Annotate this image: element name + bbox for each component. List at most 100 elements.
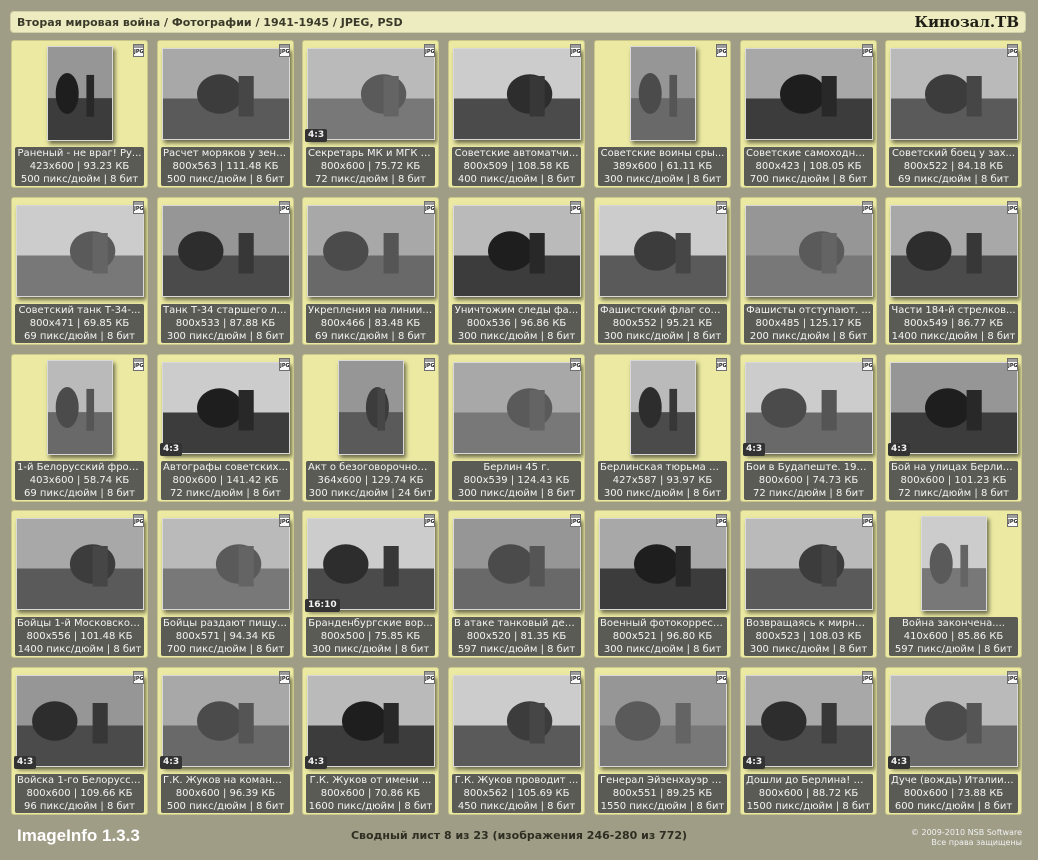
thumbnail-cell[interactable]: JPG Генерал Эйзенхауэр п... 800x551 | 89.2…: [594, 667, 731, 815]
thumbnail-cell[interactable]: JPG Советские воины сры... 389x600 | 61.11…: [594, 40, 731, 188]
photo-thumbnail[interactable]: [16, 675, 144, 767]
image-title: Фашисты отступают. ...: [746, 305, 871, 316]
thumbnail-cell[interactable]: JPG Фашистский флаг сор... 800x552 | 95.21…: [594, 197, 731, 345]
thumbnail-info: Танк Т-34 старшего ле... 800x533 | 87.88 …: [161, 304, 290, 343]
photo-thumbnail[interactable]: [599, 675, 727, 767]
thumbnail-cell[interactable]: JPG 4:3 Секретарь МК и МГК В... 800x600 | 7…: [302, 40, 439, 188]
photo-thumbnail[interactable]: [745, 362, 873, 454]
thumbnail-cell[interactable]: JPG Советские самоходны... 800x423 | 108.0…: [740, 40, 877, 188]
thumbnail-info: Секретарь МК и МГК В... 800x600 | 75.72 К…: [306, 147, 435, 186]
photo-thumbnail[interactable]: [745, 518, 873, 610]
photo-thumbnail[interactable]: [453, 48, 581, 140]
thumbnail-info: Бои в Будапеште. 194... 800x600 | 74.73 К…: [744, 461, 873, 500]
photo-thumbnail[interactable]: [921, 516, 987, 611]
thumbnail-cell[interactable]: JPG Танк Т-34 старшего ле... 800x533 | 87.…: [157, 197, 294, 345]
thumbnail-info: Генерал Эйзенхауэр п... 800x551 | 89.25 К…: [598, 774, 727, 813]
image-title: Советский боец у зах...: [891, 148, 1016, 159]
thumbnail-cell[interactable]: JPG 4:3 Бои в Будапеште. 194... 800x600 | 7…: [740, 354, 877, 502]
photo-thumbnail[interactable]: [47, 360, 113, 455]
thumbnail-cell[interactable]: JPG 4:3 Войска 1-го Белорусск... 800x600 | …: [11, 667, 148, 815]
photo-thumbnail[interactable]: [47, 46, 113, 141]
thumbnail-cell[interactable]: JPG Берлин 45 г. 800x539 | 124.43 КБ 300 пи…: [448, 354, 585, 502]
image-dimensions: 800x485 | 125.17 КБ: [755, 318, 862, 329]
image-resolution: 96 пикс/дюйм | 8 бит: [24, 801, 135, 812]
image-title: Советский танк Т-34-...: [18, 305, 141, 316]
image-title: Автографы советских...: [163, 462, 289, 473]
thumbnail-cell[interactable]: JPG 4:3 Дуче (вождь) Италии ... 800x600 | 7…: [885, 667, 1022, 815]
photo-thumbnail[interactable]: [599, 518, 727, 610]
thumbnail-cell[interactable]: JPG 4:3 Дошли до Берлина! М... 800x600 | 88…: [740, 667, 877, 815]
image-resolution: 69 пикс/дюйм | 8 бит: [24, 488, 135, 499]
thumbnail-cell[interactable]: JPG Советские автоматчи... 800x509 | 108.5…: [448, 40, 585, 188]
thumbnail-cell[interactable]: JPG 4:3 Г.К. Жуков на команд... 800x600 | 9…: [157, 667, 294, 815]
thumbnail-info: Бойцы 1-й Московской... 800x556 | 101.48 …: [15, 617, 144, 656]
photo-thumbnail[interactable]: [630, 360, 696, 455]
photo-thumbnail[interactable]: [599, 205, 727, 297]
thumbnail-cell[interactable]: JPG Бойцы раздают пищу ... 800x571 | 94.34…: [157, 510, 294, 658]
image-resolution: 300 пикс/дюйм | 24 бит: [308, 488, 433, 499]
thumbnail-cell[interactable]: JPG Уничтожим следы фа... 800x536 | 96.86 …: [448, 197, 585, 345]
thumbnail-cell[interactable]: JPG Бойцы 1-й Московской... 800x556 | 101.…: [11, 510, 148, 658]
photo-thumbnail[interactable]: [745, 48, 873, 140]
photo-thumbnail[interactable]: [745, 675, 873, 767]
photo-thumbnail[interactable]: [453, 675, 581, 767]
thumbnail-cell[interactable]: JPG Фашисты отступают. ... 800x485 | 125.1…: [740, 197, 877, 345]
thumbnail-cell[interactable]: JPG Советский танк Т-34-... 800x471 | 69.8…: [11, 197, 148, 345]
thumbnail-cell[interactable]: JPG Война закончена.... 410x600 | 85.86 КБ…: [885, 510, 1022, 658]
thumbnail-cell[interactable]: JPG 4:3 Автографы советских... 800x600 | 14…: [157, 354, 294, 502]
photo-thumbnail[interactable]: [307, 48, 435, 140]
photo-thumbnail[interactable]: [890, 675, 1018, 767]
thumbnail-cell[interactable]: JPG Военный фотокорресп... 800x521 | 96.80…: [594, 510, 731, 658]
jpg-file-icon: JPG: [862, 671, 873, 684]
thumbnail-cell[interactable]: JPG 4:3 Бой на улицах Берлин... 800x600 | 1…: [885, 354, 1022, 502]
thumbnail-cell[interactable]: JPG Раненый - не враг! Ру... 423x600 | 93.…: [11, 40, 148, 188]
thumbnail-cell[interactable]: JPG Советский боец у зах... 800x522 | 84.1…: [885, 40, 1022, 188]
thumbnail-cell[interactable]: JPG Акт о безоговорочной... 364x600 | 129.…: [302, 354, 439, 502]
photo-thumbnail[interactable]: [890, 362, 1018, 454]
thumbnail-cell[interactable]: JPG Укрепления на линии ... 800x466 | 83.4…: [302, 197, 439, 345]
photo-thumbnail[interactable]: [162, 362, 290, 454]
photo-thumbnail[interactable]: [162, 518, 290, 610]
thumbnail-cell[interactable]: JPG Части 184-й стрелков... 800x549 | 86.7…: [885, 197, 1022, 345]
image-resolution: 300 пикс/дюйм | 8 бит: [749, 644, 868, 655]
photo-thumbnail[interactable]: [745, 205, 873, 297]
thumbnail-cell[interactable]: JPG Расчет моряков у зени... 800x563 | 111…: [157, 40, 294, 188]
photo-thumbnail[interactable]: [453, 362, 581, 454]
photo-thumbnail[interactable]: [307, 675, 435, 767]
thumbnail-info: Советские автоматчи... 800x509 | 108.58 К…: [452, 147, 581, 186]
photo-thumbnail[interactable]: [890, 48, 1018, 140]
image-resolution: 500 пикс/дюйм | 8 бит: [166, 801, 285, 812]
thumbnail-cell[interactable]: JPG В атаке танковый дес... 800x520 | 81.3…: [448, 510, 585, 658]
photo-thumbnail[interactable]: [307, 518, 435, 610]
thumbnail-cell[interactable]: JPG Возвращаясь к мирной... 800x523 | 108.…: [740, 510, 877, 658]
photo-thumbnail[interactable]: [630, 46, 696, 141]
thumbnail-area: JPG: [595, 355, 730, 460]
photo-thumbnail[interactable]: [162, 205, 290, 297]
thumbnail-area: JPG 4:3: [158, 668, 293, 773]
photo-thumbnail[interactable]: [338, 360, 404, 455]
photo-thumbnail[interactable]: [162, 48, 290, 140]
image-title: Генерал Эйзенхауэр п...: [600, 775, 727, 786]
image-title: Фашистский флаг сор...: [600, 305, 727, 316]
thumbnail-area: JPG: [12, 511, 147, 616]
thumbnail-info: Раненый - не враг! Ру... 423x600 | 93.23 …: [15, 147, 144, 186]
image-title: Берлин 45 г.: [483, 462, 550, 473]
image-resolution: 1600 пикс/дюйм | 8 бит: [308, 801, 433, 812]
thumbnail-cell[interactable]: JPG 1-й Белорусский фрон... 403x600 | 58.7…: [11, 354, 148, 502]
photo-thumbnail[interactable]: [16, 518, 144, 610]
thumbnail-info: Советский танк Т-34-... 800x471 | 69.85 К…: [15, 304, 144, 343]
thumbnail-info: Возвращаясь к мирной... 800x523 | 108.03 …: [744, 617, 873, 656]
image-resolution: 300 пикс/дюйм | 8 бит: [457, 331, 576, 342]
photo-thumbnail[interactable]: [307, 205, 435, 297]
thumbnail-area: JPG 4:3: [303, 41, 438, 146]
thumbnail-cell[interactable]: JPG 16:10 Бранденбургские вор... 800x500 | …: [302, 510, 439, 658]
thumbnail-area: JPG: [449, 511, 584, 616]
photo-thumbnail[interactable]: [162, 675, 290, 767]
photo-thumbnail[interactable]: [890, 205, 1018, 297]
photo-thumbnail[interactable]: [16, 205, 144, 297]
thumbnail-cell[interactable]: JPG Берлинская тюрьма М... 427x587 | 93.97…: [594, 354, 731, 502]
photo-thumbnail[interactable]: [453, 205, 581, 297]
thumbnail-cell[interactable]: JPG 4:3 Г.К. Жуков от имени ... 800x600 | 7…: [302, 667, 439, 815]
photo-thumbnail[interactable]: [453, 518, 581, 610]
thumbnail-cell[interactable]: JPG Г.К. Жуков проводит ... 800x562 | 105.…: [448, 667, 585, 815]
